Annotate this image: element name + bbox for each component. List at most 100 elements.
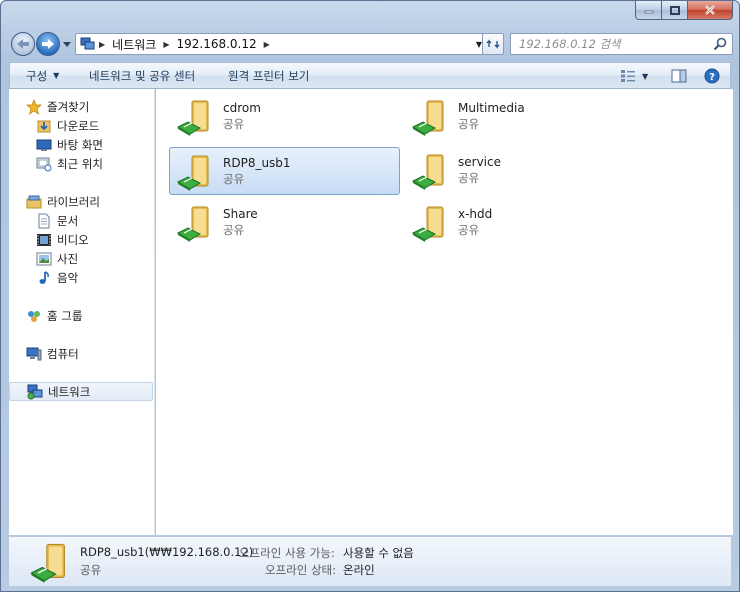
offline-availability-value: 사용할 수 없음 <box>343 546 414 560</box>
nav-item-pictures[interactable]: 사진 <box>9 249 154 268</box>
caption-buttons <box>635 1 733 20</box>
recent-places-icon <box>36 157 52 171</box>
explorer-window: ▶ 네트워크 ▶ 192.168.0.12 ▶ ▼ 구성 ▼ <box>0 0 740 592</box>
nav-item-label: 문서 <box>57 213 79 228</box>
nav-homegroup-label: 홈 그룹 <box>47 308 83 323</box>
nav-network-label: 네트워크 <box>48 384 91 399</box>
nav-item-downloads[interactable]: 다운로드 <box>9 116 154 135</box>
refresh-button[interactable] <box>482 33 504 55</box>
homegroup-icon <box>28 310 40 322</box>
nav-item-label: 바탕 화면 <box>57 137 103 152</box>
star-icon <box>26 98 42 115</box>
view-remote-printers-button[interactable]: 원격 프린터 보기 <box>228 63 309 88</box>
view-remote-printers-label: 원격 프린터 보기 <box>228 68 310 83</box>
arrow-left-icon <box>17 39 29 49</box>
minimize-icon <box>644 10 653 14</box>
breadcrumb-host[interactable]: 192.168.0.12 <box>172 34 260 54</box>
nav-favorites[interactable]: 즐겨찾기 <box>9 97 154 116</box>
forward-button[interactable] <box>36 32 60 56</box>
share-name: RDP8_usb1 <box>223 156 291 170</box>
address-bar[interactable]: ▶ 네트워크 ▶ 192.168.0.12 ▶ ▼ <box>75 33 489 55</box>
nav-item-label: 비디오 <box>57 232 89 247</box>
network-sharing-center-button[interactable]: 네트워크 및 공유 센터 <box>89 63 195 88</box>
share-type: 공유 <box>223 172 245 186</box>
minimize-button[interactable] <box>635 1 662 20</box>
shared-folder-icon <box>411 100 444 136</box>
nav-item-desktop[interactable]: 바탕 화면 <box>9 135 154 154</box>
breadcrumb-separator-icon[interactable]: ▶ <box>160 40 172 49</box>
share-name: cdrom <box>223 101 261 115</box>
help-button[interactable]: ? <box>704 67 720 85</box>
network-sharing-center-label: 네트워크 및 공유 센터 <box>89 68 196 83</box>
nav-item-label: 다운로드 <box>57 118 100 133</box>
offline-status-label: 오프라인 상태: <box>265 563 337 577</box>
nav-favorites-label: 즐겨찾기 <box>47 99 90 114</box>
search-box[interactable] <box>510 33 733 55</box>
chevron-down-icon: ▼ <box>642 71 649 81</box>
share-name: service <box>458 155 501 169</box>
nav-item-documents[interactable]: 문서 <box>9 211 154 230</box>
view-options-icon <box>621 70 635 82</box>
command-bar: 구성 ▼ 네트워크 및 공유 센터 원격 프린터 보기 ▼ ? <box>9 62 731 89</box>
desktop-icon <box>36 139 52 151</box>
offline-status-value: 온라인 <box>343 563 375 577</box>
svg-text:?: ? <box>709 72 715 83</box>
nav-item-label: 사진 <box>57 251 79 266</box>
share-name: x-hdd <box>458 207 493 221</box>
share-item-cdrom[interactable]: cdrom 공유 <box>170 93 401 141</box>
share-type: 공유 <box>458 223 480 237</box>
video-icon <box>37 233 51 246</box>
nav-computer[interactable]: 컴퓨터 <box>9 344 154 363</box>
close-button[interactable] <box>688 1 733 20</box>
shared-folder-icon <box>30 543 65 583</box>
navigation-pane: 즐겨찾기 다운로드 바탕 화면 최근 위치 라이브러리 문서 비디오 사진 음악… <box>9 89 155 535</box>
chevron-down-icon: ▼ <box>53 71 60 80</box>
nav-item-videos[interactable]: 비디오 <box>9 230 154 249</box>
nav-homegroup[interactable]: 홈 그룹 <box>9 306 154 325</box>
maximize-button[interactable] <box>662 1 688 20</box>
details-type: 공유 <box>80 563 102 577</box>
library-icon <box>26 195 42 208</box>
breadcrumb-separator-icon[interactable]: ▶ <box>261 40 273 49</box>
shared-folder-icon <box>411 206 444 242</box>
share-item-share[interactable]: Share 공유 <box>170 199 401 247</box>
share-item-multimedia[interactable]: Multimedia 공유 <box>405 93 636 141</box>
picture-icon <box>36 252 52 265</box>
details-pane: RDP8_usb1(₩₩192.168.0.12) 공유 오프라인 사용 가능:… <box>9 536 731 586</box>
preview-pane-button[interactable] <box>671 67 687 85</box>
share-item-x-hdd[interactable]: x-hdd 공유 <box>405 199 636 247</box>
organize-menu-button[interactable]: 구성 ▼ <box>26 63 59 88</box>
shared-folder-icon <box>176 100 209 136</box>
change-view-button[interactable] <box>620 67 636 85</box>
downloads-folder-icon <box>37 120 51 132</box>
organize-label: 구성 <box>26 68 48 83</box>
offline-availability-label: 오프라인 사용 가능: <box>239 546 335 560</box>
nav-item-music[interactable]: 음악 <box>9 268 154 287</box>
nav-network[interactable]: 네트워크 <box>9 382 153 401</box>
maximize-icon <box>669 5 680 15</box>
search-icon[interactable] <box>713 37 727 51</box>
computer-icon <box>26 347 42 360</box>
share-name: Multimedia <box>458 101 525 115</box>
nav-item-recent-places[interactable]: 최근 위치 <box>9 154 154 173</box>
breadcrumb-network[interactable]: 네트워크 <box>108 34 160 54</box>
nav-item-label: 최근 위치 <box>57 156 103 171</box>
search-input[interactable] <box>519 34 709 54</box>
nav-libraries-label: 라이브러리 <box>47 194 100 209</box>
recent-pages-chevron-down-icon[interactable] <box>63 40 71 48</box>
nav-libraries[interactable]: 라이브러리 <box>9 192 154 211</box>
close-icon <box>705 5 715 15</box>
preview-pane-icon <box>671 69 687 83</box>
nav-computer-label: 컴퓨터 <box>47 346 79 361</box>
view-dropdown-button[interactable]: ▼ <box>642 67 648 85</box>
shared-folder-icon <box>176 155 209 191</box>
share-item-rdp8-usb1[interactable]: RDP8_usb1 공유 <box>169 147 400 195</box>
document-icon <box>38 213 50 228</box>
network-icon <box>27 384 43 399</box>
music-note-icon <box>39 270 49 284</box>
share-name: Share <box>223 207 258 221</box>
share-item-service[interactable]: service 공유 <box>405 147 636 195</box>
network-icon <box>80 37 95 50</box>
back-button[interactable] <box>11 32 35 56</box>
breadcrumb-separator-icon[interactable]: ▶ <box>96 40 108 49</box>
